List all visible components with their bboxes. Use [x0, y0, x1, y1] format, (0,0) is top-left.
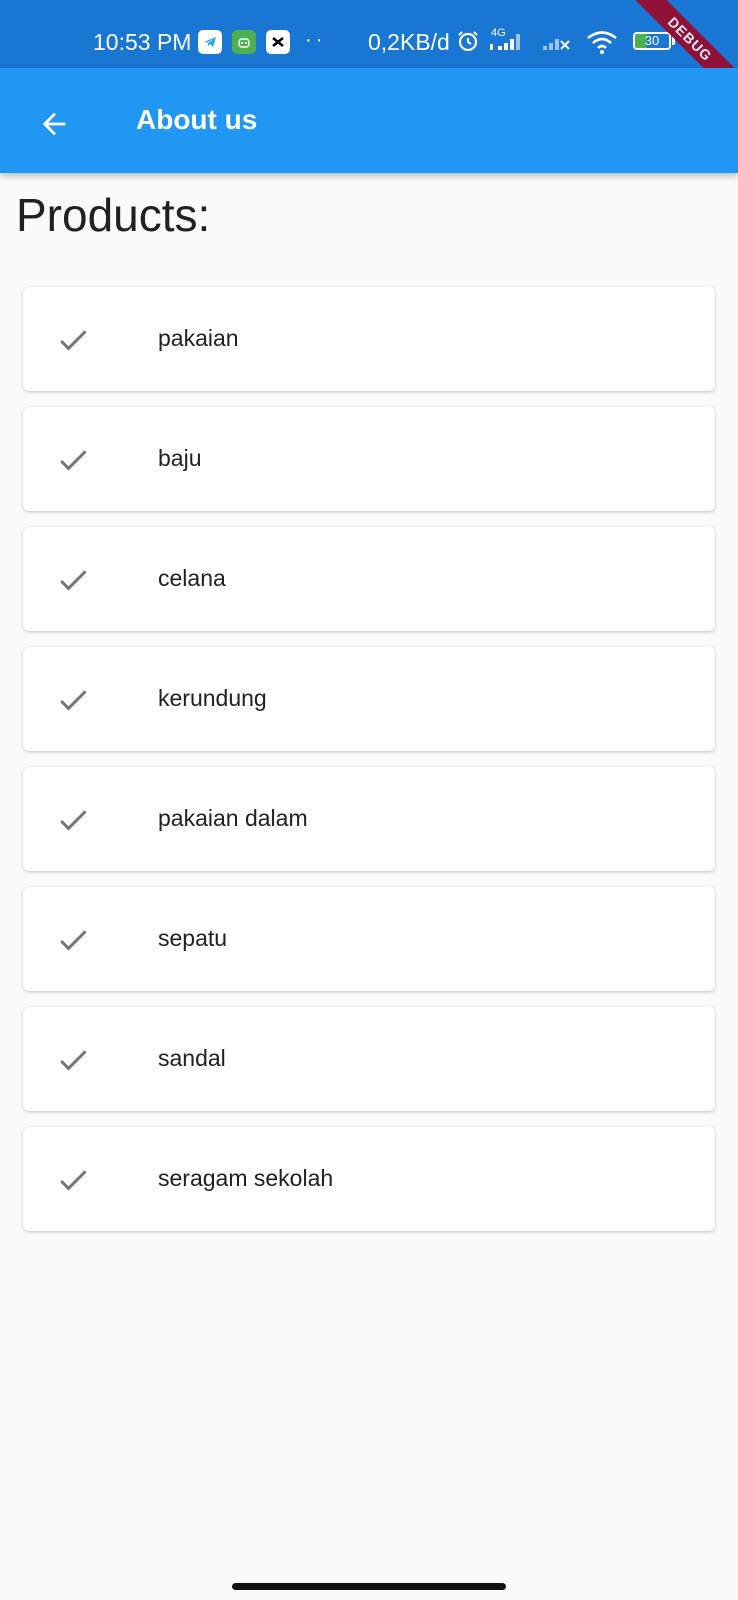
- list-item-label: sepatu: [158, 925, 228, 951]
- back-button[interactable]: [26, 96, 82, 152]
- list-item[interactable]: kerundung: [23, 647, 715, 751]
- list-item[interactable]: celana: [23, 527, 715, 631]
- arrow-back-icon: [42, 112, 66, 136]
- bot-icon: [232, 30, 256, 54]
- telegram-icon: [198, 30, 222, 54]
- list-item-label: sandal: [158, 1045, 226, 1071]
- net-speed: 0,2KB/d: [368, 29, 450, 55]
- home-indicator[interactable]: [232, 1583, 506, 1590]
- more-dots-icon: ··: [305, 29, 327, 51]
- wifi-icon: [586, 30, 618, 59]
- list-item[interactable]: pakaian dalam: [23, 767, 715, 871]
- check-icon: [60, 330, 87, 351]
- page-title: About us: [136, 104, 258, 135]
- signal-icon: [543, 32, 571, 57]
- check-icon: [60, 810, 87, 831]
- list-item[interactable]: seragam sekolah: [23, 1127, 715, 1231]
- capcut-icon: [266, 30, 290, 54]
- list-item-label: celana: [158, 565, 226, 591]
- status-bar: 10:53 PM ·· 0,2KB/d 4G 30: [0, 0, 738, 68]
- list-item-label: baju: [158, 445, 202, 471]
- alarm-icon: [456, 29, 480, 58]
- list-item-label: pakaian: [158, 325, 239, 351]
- list-item[interactable]: sepatu: [23, 887, 715, 991]
- check-icon: [60, 1050, 87, 1071]
- app-bar: About us: [0, 68, 738, 173]
- check-icon: [60, 570, 87, 591]
- list-item-label: kerundung: [158, 685, 267, 711]
- check-icon: [60, 1170, 87, 1191]
- status-time: 10:53 PM: [93, 29, 192, 55]
- list-item-label: pakaian dalam: [158, 805, 308, 831]
- list-item[interactable]: baju: [23, 407, 715, 511]
- battery-icon: 30: [633, 32, 671, 50]
- list-item[interactable]: pakaian: [23, 287, 715, 391]
- check-icon: [60, 690, 87, 711]
- product-list: pakaian baju celana kerundung pakaian da…: [23, 287, 715, 1247]
- check-icon: [60, 450, 87, 471]
- check-icon: [60, 930, 87, 951]
- list-item[interactable]: sandal: [23, 1007, 715, 1111]
- list-item-label: seragam sekolah: [158, 1165, 334, 1191]
- signal-icon: [490, 32, 524, 57]
- section-title: Products:: [16, 189, 211, 241]
